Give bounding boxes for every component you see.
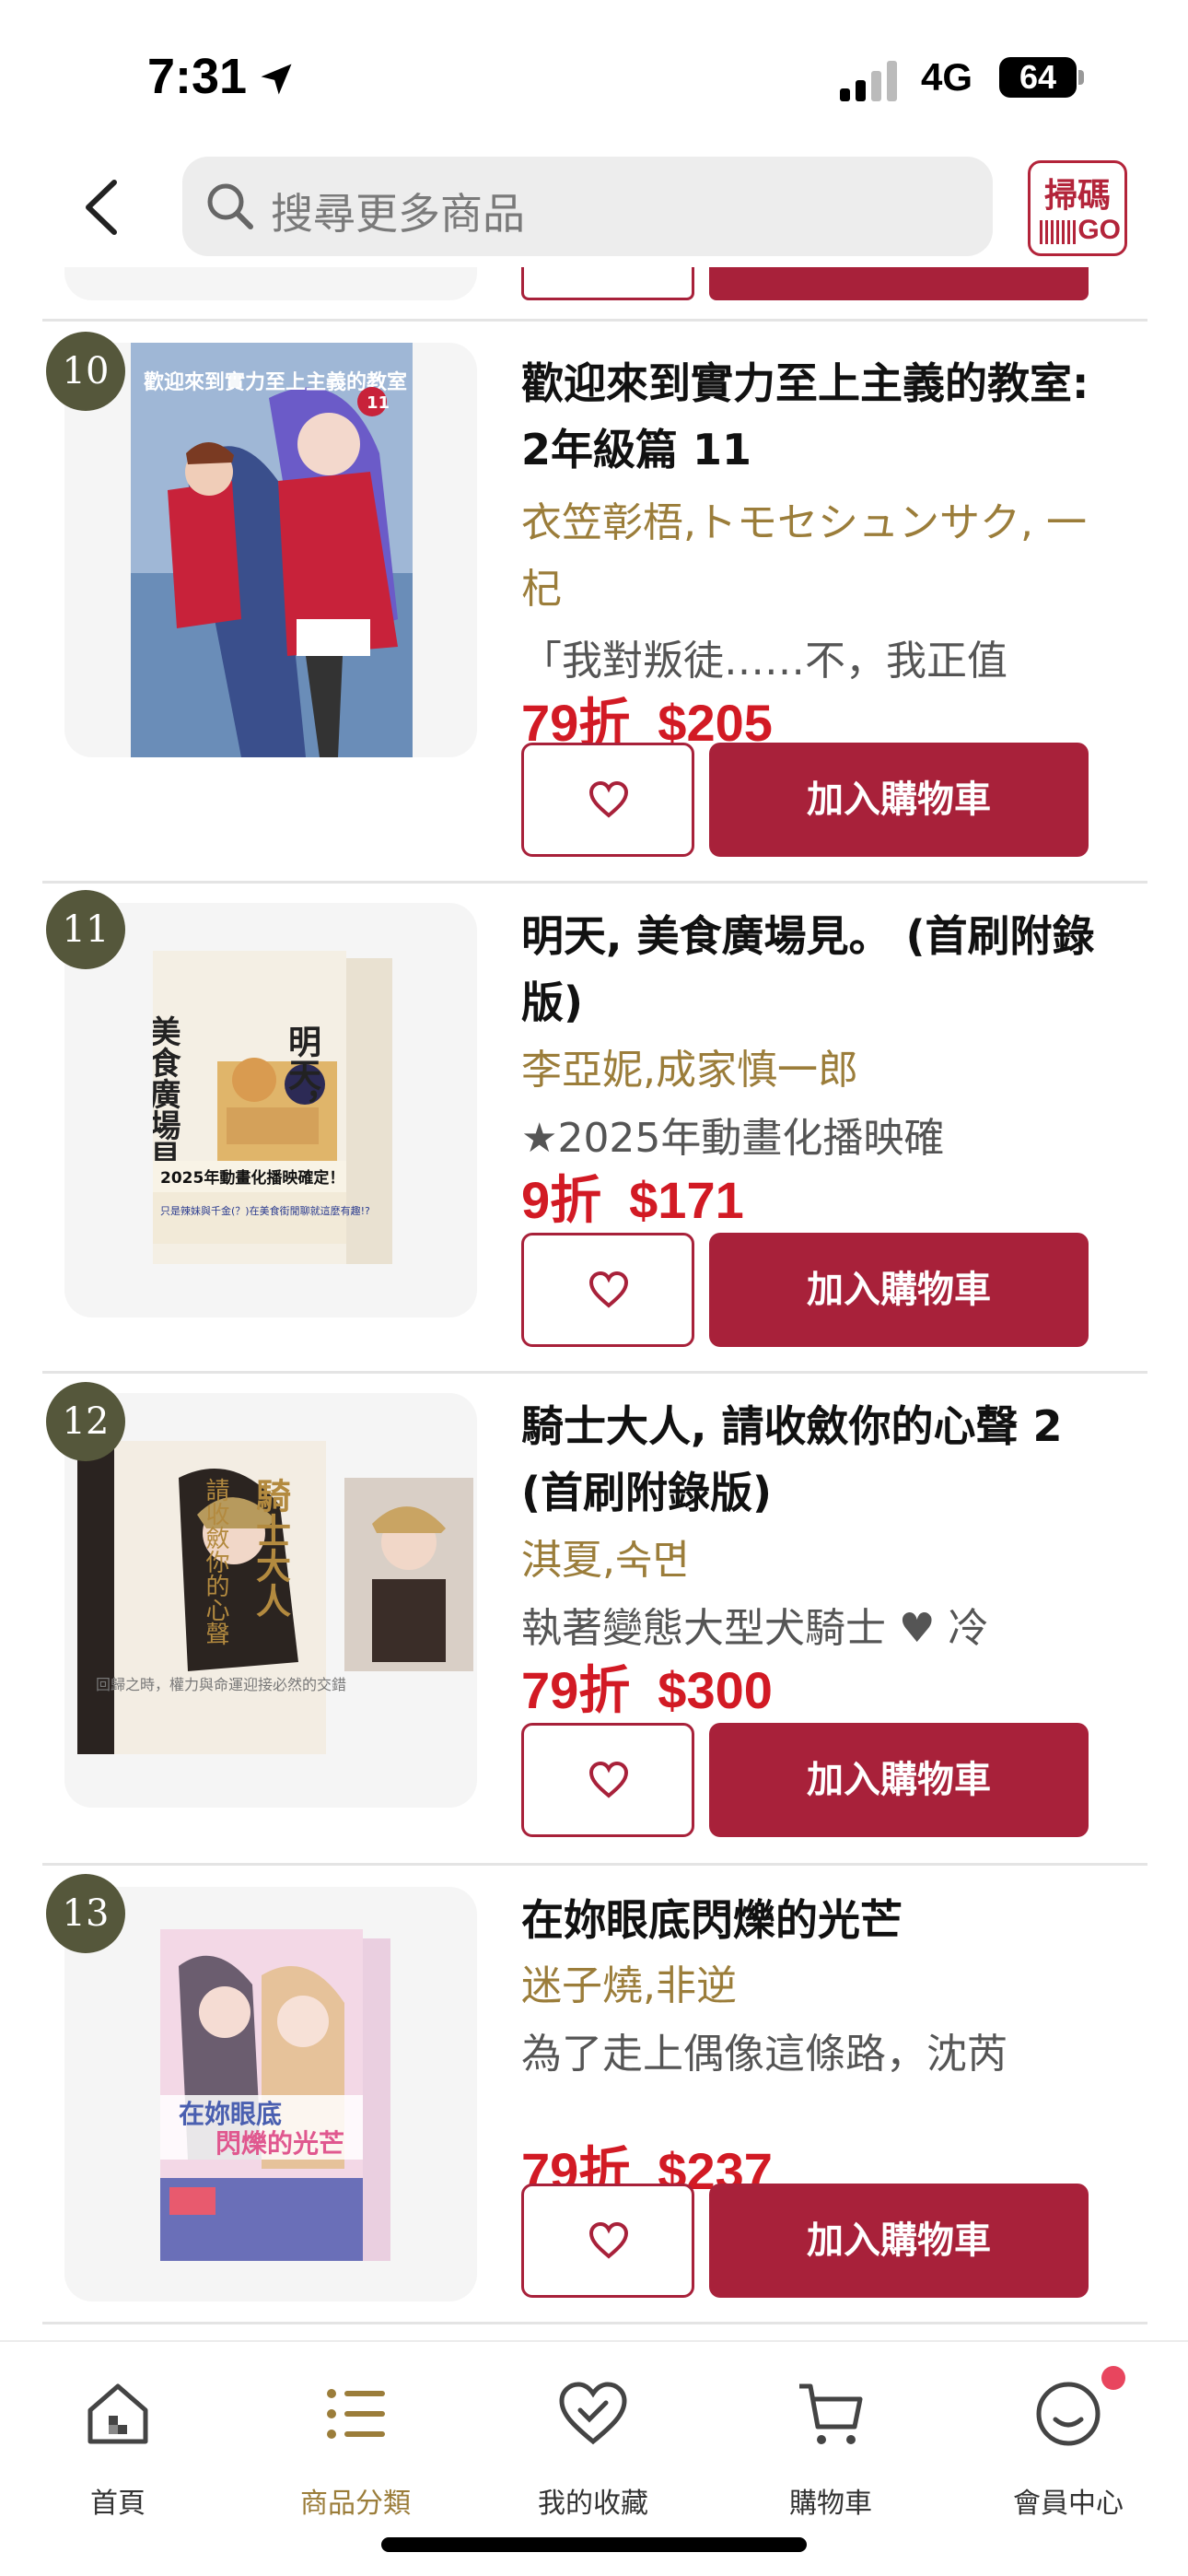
search-input[interactable]: 搜尋更多商品 — [182, 157, 993, 256]
status-bar: 7:31 4G 64 — [0, 0, 1188, 157]
divider — [42, 2322, 1147, 2324]
favorite-button[interactable] — [521, 1723, 694, 1837]
search-header: 搜尋更多商品 掃碼 GO — [0, 147, 1188, 267]
favorite-button[interactable] — [521, 743, 694, 857]
tab-label: 會員中心 — [1013, 2488, 1124, 2520]
product-thumbnail[interactable]: 明天， 美食廣場見 2025年動畫化播映確定！ 只是辣妹與千金(？)在美食街閒聊… — [64, 903, 477, 1317]
heart-icon — [588, 780, 629, 818]
tab-favorites[interactable]: 我的收藏 — [501, 2368, 685, 2520]
cover-band: 回歸之時，權力與命運迎接必然的交錯 — [96, 1676, 346, 1693]
price-value: $300 — [658, 1661, 773, 1719]
scan-label: 掃碼 — [1043, 177, 1111, 215]
back-chevron-icon[interactable] — [74, 175, 129, 240]
home-icon — [87, 2383, 148, 2444]
previous-item-favorite-button[interactable] — [521, 263, 694, 300]
tab-label: 購物車 — [789, 2488, 872, 2520]
cover-title-b: 美食廣場見 — [153, 1015, 181, 1172]
location-arrow-icon — [261, 64, 292, 95]
add-to-cart-button[interactable]: 加入購物車 — [709, 1233, 1089, 1347]
add-to-cart-button[interactable]: 加入購物車 — [709, 2184, 1089, 2298]
book-cover-image: 在妳眼底 閃爍的光芒 — [160, 1929, 390, 2261]
price-row: 9折 $171 — [521, 1159, 744, 1234]
product-thumbnail[interactable]: 在妳眼底 閃爍的光芒 — [64, 1887, 477, 2301]
divider — [42, 1863, 1147, 1866]
add-to-cart-button[interactable]: 加入購物車 — [709, 743, 1089, 857]
product-author[interactable]: 衣笠彰梧,トモセシュンサク, 一杞 — [521, 490, 1111, 623]
cellular-signal-icon — [840, 61, 897, 101]
previous-item-cart-button[interactable] — [709, 263, 1089, 300]
product-author[interactable]: 李亞妮,成家慎一郎 — [521, 1037, 1111, 1104]
barcode-scan-button[interactable]: 掃碼 GO — [1028, 160, 1127, 256]
rank-badge: 11 — [46, 890, 125, 969]
product-thumbnail[interactable]: 騎士大人 請收斂你的心聲 回歸之時，權力與命運迎接必然的交錯 — [64, 1393, 477, 1808]
battery-icon: 64 — [999, 57, 1077, 98]
book-cover-image: 明天， 美食廣場見 2025年動畫化播映確定！ 只是辣妹與千金(？)在美食街閒聊… — [153, 951, 392, 1264]
heart-check-icon — [559, 2382, 627, 2445]
product-author[interactable]: 迷子燒,非逆 — [521, 1953, 1111, 2020]
divider — [42, 881, 1147, 884]
cover-title-b: 閃爍的光芒 — [215, 2128, 344, 2159]
tab-home[interactable]: 首頁 — [26, 2368, 210, 2520]
heart-icon — [588, 1761, 629, 1798]
favorite-button[interactable] — [521, 1233, 694, 1347]
favorite-button[interactable] — [521, 2184, 694, 2298]
search-icon — [207, 183, 253, 229]
heart-icon — [588, 1270, 629, 1308]
search-placeholder: 搜尋更多商品 — [271, 189, 525, 239]
battery-level: 64 — [1019, 58, 1057, 96]
cart-icon — [799, 2383, 863, 2444]
discount-label: 79折 — [521, 1661, 631, 1719]
tab-label: 我的收藏 — [538, 2488, 648, 2520]
rank-badge: 10 — [46, 332, 125, 411]
cover-band: 2025年動畫化播映確定！ — [160, 1168, 344, 1188]
member-smile-icon — [1036, 2382, 1101, 2446]
home-indicator[interactable] — [381, 2537, 807, 2552]
cover-title-a: 在妳眼底 — [179, 2099, 282, 2129]
heart-icon — [588, 2221, 629, 2259]
category-list-icon — [327, 2389, 385, 2439]
product-description: 為了走上偶像這條路，沈芮 — [521, 2031, 1007, 2078]
cover-title-b: 請收斂你的心聲 — [202, 1478, 229, 1645]
tab-member[interactable]: 會員中心 — [976, 2368, 1160, 2520]
rank-badge: 13 — [46, 1874, 125, 1953]
product-title[interactable]: 在妳眼底閃爍的光芒 — [521, 1887, 1111, 1953]
tab-categories[interactable]: 商品分類 — [263, 2368, 448, 2520]
price-row: 79折 $300 — [521, 1649, 773, 1724]
product-thumbnail[interactable]: 歡迎來到實力至上主義的教室 11 — [64, 343, 477, 757]
network-type: 4G — [921, 55, 973, 99]
book-cover-image: 歡迎來到實力至上主義的教室 11 — [131, 343, 413, 757]
cover-band-2: 只是辣妹與千金(？)在美食街閒聊就這麼有趣!? — [160, 1204, 370, 1217]
scan-go-label: GO — [1077, 215, 1121, 245]
previous-item-thumbnail[interactable] — [64, 267, 477, 300]
status-time: 7:31 — [147, 49, 248, 104]
product-title[interactable]: 明天, 美食廣場見。 (首刷附錄版) — [521, 903, 1111, 1036]
cover-volume: 11 — [367, 393, 390, 413]
product-title[interactable]: 騎士大人, 請收斂你的心聲 2 (首刷附錄版) — [521, 1393, 1111, 1526]
add-to-cart-button[interactable]: 加入購物車 — [709, 1723, 1089, 1837]
product-author[interactable]: 淇夏,숙면 — [521, 1528, 1111, 1594]
discount-label: 9折 — [521, 1171, 602, 1229]
tab-label: 首頁 — [90, 2488, 146, 2520]
book-cover-image: 騎士大人 請收斂你的心聲 回歸之時，權力與命運迎接必然的交錯 — [77, 1441, 473, 1754]
rank-badge: 12 — [46, 1382, 125, 1461]
divider — [42, 1371, 1147, 1374]
cover-title-a: 騎士大人 — [250, 1478, 292, 1618]
tab-cart[interactable]: 購物車 — [739, 2368, 923, 2520]
notification-dot — [1101, 2366, 1125, 2390]
product-title[interactable]: 歡迎來到實力至上主義的教室: 2年級篇 11 — [521, 350, 1111, 483]
tab-label: 商品分類 — [300, 2488, 411, 2520]
cover-title-a: 明天， — [283, 1025, 321, 1124]
price-value: $171 — [629, 1171, 744, 1229]
divider — [42, 319, 1147, 322]
battery-tip — [1078, 70, 1084, 85]
